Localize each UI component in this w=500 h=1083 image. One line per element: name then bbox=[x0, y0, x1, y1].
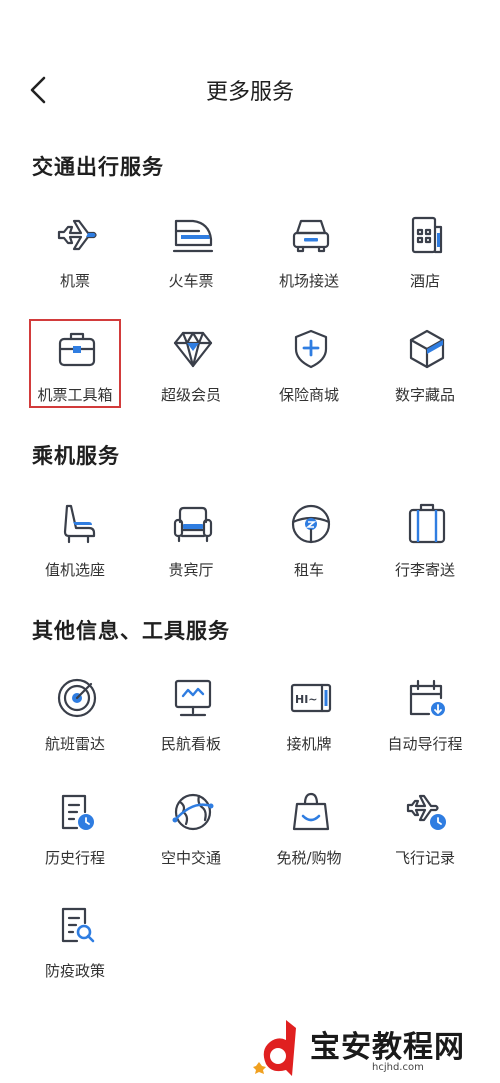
service-duty-free-shopping[interactable]: 免税/购物 bbox=[253, 790, 365, 890]
service-train-ticket[interactable]: 火车票 bbox=[135, 213, 247, 313]
sign-board-icon: HI~ bbox=[289, 676, 333, 720]
service-auto-import-itinerary[interactable]: 自动导行程 bbox=[369, 676, 481, 776]
service-label: 租车 bbox=[293, 561, 324, 579]
watermark-url: hcjhd.com bbox=[372, 1062, 424, 1073]
service-label: 自动导行程 bbox=[387, 735, 463, 753]
calendar-import-icon bbox=[405, 676, 449, 720]
watermark: 宝安教程网 hcjhd.com bbox=[252, 1018, 492, 1078]
page-title: 更多服务 bbox=[205, 80, 294, 105]
service-insurance-mall[interactable]: 保险商城 bbox=[253, 327, 365, 427]
service-flight-toolbox[interactable]: 机票工具箱 bbox=[19, 327, 131, 427]
service-label: 空中交通 bbox=[160, 849, 221, 867]
section-title-other-tools: 其他信息、工具服务 bbox=[32, 619, 230, 643]
service-luggage-delivery[interactable]: 行李寄送 bbox=[369, 502, 481, 602]
steering-wheel-icon bbox=[289, 502, 333, 546]
diamond-icon bbox=[171, 327, 215, 371]
service-label: 贵宾厅 bbox=[168, 561, 214, 579]
globe-route-icon bbox=[171, 790, 215, 834]
train-icon bbox=[171, 213, 215, 257]
service-label: 超级会员 bbox=[160, 386, 221, 404]
service-label: 数字藏品 bbox=[394, 386, 455, 404]
service-label: 酒店 bbox=[409, 272, 440, 290]
service-label: 历史行程 bbox=[44, 849, 105, 867]
service-label: 机场接送 bbox=[278, 272, 339, 290]
airplane-icon bbox=[55, 213, 99, 257]
header: 更多服务 bbox=[0, 64, 500, 114]
watermark-logo-icon bbox=[252, 1018, 304, 1078]
service-check-in[interactable]: 值机选座 bbox=[19, 502, 131, 602]
service-label: 航班雷达 bbox=[44, 735, 105, 753]
service-label: 接机牌 bbox=[286, 735, 332, 753]
service-airport-transfer[interactable]: 机场接送 bbox=[253, 213, 365, 313]
service-flight-radar[interactable]: 航班雷达 bbox=[19, 676, 131, 776]
radar-icon bbox=[55, 676, 99, 720]
service-flight-ticket[interactable]: 机票 bbox=[19, 213, 131, 313]
seat-icon bbox=[55, 502, 99, 546]
plane-clock-icon bbox=[405, 790, 449, 834]
service-digital-collection[interactable]: 数字藏品 bbox=[369, 327, 481, 427]
section-title-boarding: 乘机服务 bbox=[32, 444, 120, 468]
service-car-rental[interactable]: 租车 bbox=[253, 502, 365, 602]
service-super-member[interactable]: 超级会员 bbox=[135, 327, 247, 427]
policy-search-icon bbox=[55, 903, 99, 947]
shield-plus-icon bbox=[289, 327, 333, 371]
service-label: 火车票 bbox=[168, 272, 214, 290]
section-title-transport: 交通出行服务 bbox=[32, 155, 164, 179]
service-label: 免税/购物 bbox=[276, 849, 342, 867]
hotel-icon bbox=[405, 213, 449, 257]
service-flight-records[interactable]: 飞行记录 bbox=[369, 790, 481, 890]
service-pickup-sign[interactable]: HI~ 接机牌 bbox=[253, 676, 365, 776]
service-vip-lounge[interactable]: 贵宾厅 bbox=[135, 502, 247, 602]
service-label: 飞行记录 bbox=[394, 849, 455, 867]
service-label: 机票工具箱 bbox=[37, 386, 113, 404]
service-label: 防疫政策 bbox=[44, 962, 105, 980]
service-epidemic-policy[interactable]: 防疫政策 bbox=[19, 903, 131, 1003]
service-trip-history[interactable]: 历史行程 bbox=[19, 790, 131, 890]
monitor-icon bbox=[171, 676, 215, 720]
car-icon bbox=[289, 213, 333, 257]
shopping-bag-icon bbox=[289, 790, 333, 834]
svg-text:HI~: HI~ bbox=[295, 693, 318, 706]
cube-icon bbox=[405, 327, 449, 371]
luggage-icon bbox=[405, 502, 449, 546]
history-document-icon bbox=[55, 790, 99, 834]
service-label: 保险商城 bbox=[278, 386, 339, 404]
service-aviation-dashboard[interactable]: 民航看板 bbox=[135, 676, 247, 776]
service-hotel[interactable]: 酒店 bbox=[369, 213, 481, 313]
service-label: 值机选座 bbox=[44, 561, 105, 579]
service-label: 民航看板 bbox=[160, 735, 221, 753]
toolbox-icon bbox=[55, 327, 99, 371]
service-label: 机票 bbox=[59, 272, 90, 290]
service-air-traffic[interactable]: 空中交通 bbox=[135, 790, 247, 890]
sofa-icon bbox=[171, 502, 215, 546]
watermark-text: 宝安教程网 bbox=[310, 1030, 465, 1065]
service-label: 行李寄送 bbox=[394, 561, 455, 579]
